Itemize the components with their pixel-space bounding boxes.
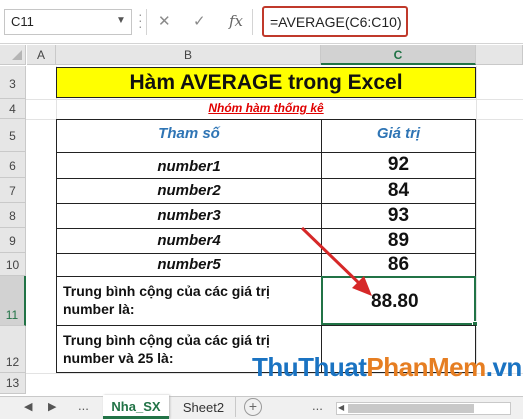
param-name-cell[interactable]: number4 (56, 228, 322, 254)
row-header-4[interactable]: 4 (0, 99, 26, 119)
param-name-cell[interactable]: number5 (56, 253, 322, 277)
more-tabs-right-button[interactable]: ... (312, 398, 323, 413)
formula-bar-divider (146, 9, 147, 35)
watermark-part: PhanMem (366, 352, 486, 382)
row-header-3[interactable]: 3 (0, 66, 26, 99)
row-header-9[interactable]: 9 (0, 228, 26, 253)
scroll-left-icon[interactable]: ◀ (24, 400, 32, 413)
formula-bar-grip-icon: · · · (138, 6, 143, 34)
row-header-6[interactable]: 6 (0, 152, 26, 178)
column-header-a[interactable]: A (27, 45, 56, 65)
enter-icon[interactable]: ✓ (193, 12, 206, 30)
name-box[interactable]: C11 (4, 9, 132, 35)
row-header-12[interactable]: 12 (0, 326, 26, 373)
row-header-10[interactable]: 10 (0, 253, 26, 276)
row-header-7[interactable]: 7 (0, 178, 26, 203)
param-name-cell[interactable]: number3 (56, 203, 322, 229)
sheet-title-cell[interactable]: Hàm AVERAGE trong Excel (56, 67, 476, 98)
scrollbar-thumb[interactable] (348, 404, 474, 413)
param-value-cell[interactable]: 92 (321, 152, 476, 179)
average-label-cell[interactable]: Trung bình cộng của các giá trị number l… (56, 276, 322, 326)
select-all-triangle-icon (12, 50, 22, 60)
sheet-subtitle-cell[interactable]: Nhóm hàm thống kê (56, 99, 476, 118)
cancel-icon[interactable]: ✕ (158, 12, 171, 30)
scrollbar-left-arrow-icon[interactable]: ◀ (338, 403, 344, 412)
watermark-part: .vn (485, 352, 523, 382)
column-header-d[interactable] (476, 45, 523, 65)
value-header-cell[interactable]: Giá trị (321, 119, 476, 153)
formula-bar-divider (252, 9, 253, 35)
row-header-8[interactable]: 8 (0, 203, 26, 228)
annotation-arrow-icon (300, 226, 372, 296)
row-header-5[interactable]: 5 (0, 119, 26, 152)
formula-input[interactable]: =AVERAGE(C6:C10) (262, 6, 408, 37)
param-name-cell[interactable]: number1 (56, 152, 322, 179)
column-header-b[interactable]: B (56, 45, 321, 65)
param-name-cell[interactable]: number2 (56, 178, 322, 204)
watermark-logo: ThuThuatPhanMem.vn (252, 352, 522, 382)
watermark-part: Thu (252, 352, 299, 382)
tab-nha-sx[interactable]: Nha_SX (103, 395, 169, 419)
insert-function-icon[interactable]: fx (229, 12, 243, 30)
add-sheet-button[interactable]: + (244, 398, 262, 416)
row-header-13[interactable]: 13 (0, 373, 26, 394)
tab-sheet2[interactable]: Sheet2 (172, 397, 236, 417)
column-header-c[interactable]: C (321, 45, 476, 65)
more-tabs-left-button[interactable]: ... (78, 398, 89, 413)
watermark-part: Thuat (298, 352, 367, 382)
param-header-cell[interactable]: Tham số (56, 119, 322, 153)
name-box-dropdown-icon[interactable]: ▼ (116, 15, 126, 26)
param-value-cell[interactable]: 84 (321, 178, 476, 204)
row-header-11[interactable]: 11 (0, 276, 26, 326)
scroll-right-icon[interactable]: ▶ (48, 400, 56, 413)
